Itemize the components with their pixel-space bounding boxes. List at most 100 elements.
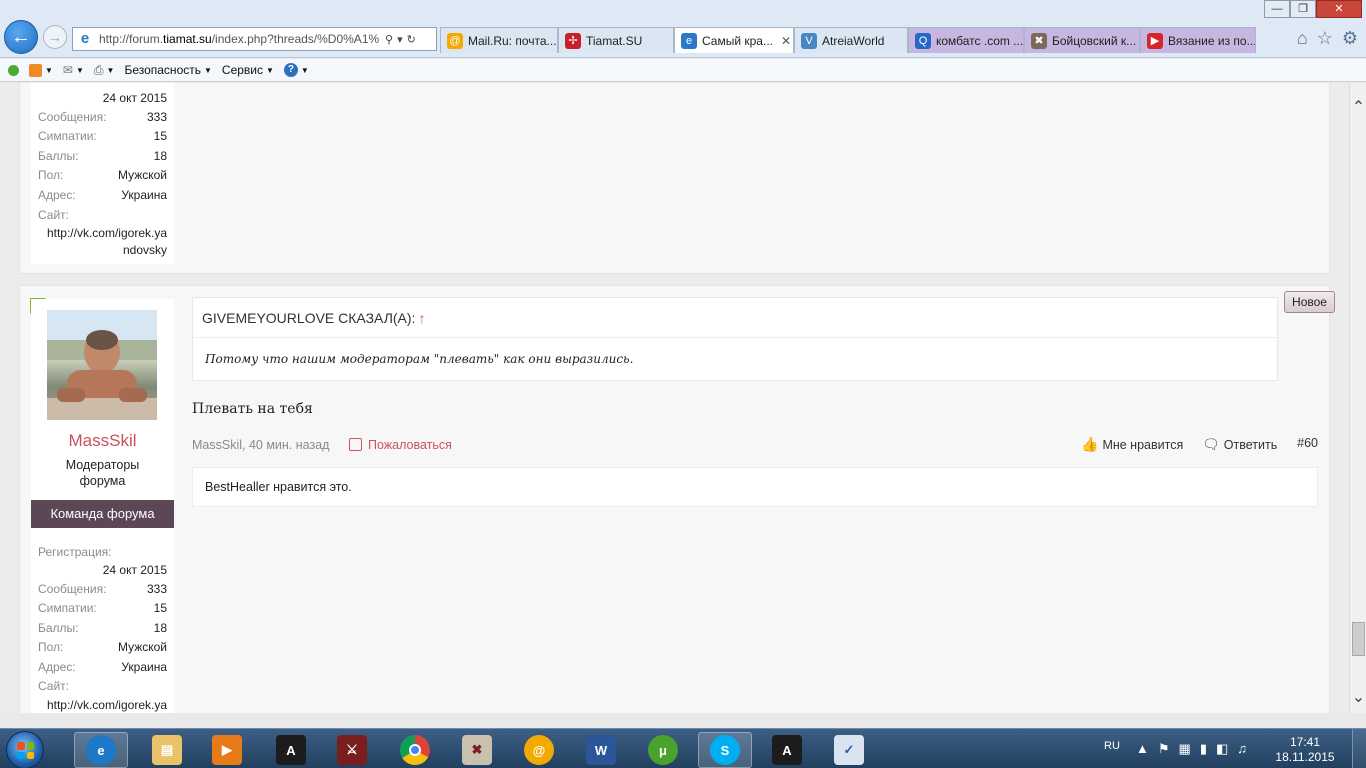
volume-icon[interactable]: ♫ [1237, 741, 1247, 757]
quote-author: GIVEMEYOURLOVE СКАЗАЛ(А): ↑ [202, 310, 426, 326]
printer-icon: ⎙ [93, 62, 104, 77]
combats-icon: ✖ [1031, 32, 1047, 49]
taskbar-mail-agent[interactable]: @ [512, 732, 566, 768]
close-tab-icon[interactable]: ✕ [781, 34, 791, 48]
team-badge: Команда форума [31, 500, 174, 528]
tab-youtube[interactable]: ▶ Вязание из по... [1140, 27, 1256, 53]
ie-page-icon: e [681, 32, 697, 49]
site-link[interactable]: http://vk.com/igorek.yandovsky [38, 697, 167, 713]
power-icon[interactable]: ▮ [1200, 741, 1207, 757]
tiamat-icon: ✢ [565, 32, 581, 49]
scroll-thumb[interactable] [1352, 622, 1365, 656]
ie-icon: e [86, 735, 116, 765]
taskbar-word[interactable]: W [574, 732, 628, 768]
gear-icon[interactable]: ⚙ [1342, 28, 1358, 49]
report-link[interactable]: Пожаловаться [349, 438, 452, 452]
jump-to-quote-arrow-icon[interactable]: ↑ [418, 310, 425, 326]
show-desktop-button[interactable] [1352, 729, 1366, 768]
stat-row: Регистрация: [38, 545, 112, 559]
clock[interactable]: 17:41 18.11.2015 [1270, 735, 1340, 765]
mail-icon: ✉ [62, 63, 73, 77]
addons-icon[interactable] [8, 64, 19, 76]
post-number-link[interactable]: #60 [1297, 436, 1318, 450]
close-window-button[interactable]: ✕ [1316, 0, 1362, 18]
mail-button[interactable]: ✉ ▼ [63, 63, 84, 77]
scroll-up-icon[interactable]: ⌃ [1350, 97, 1366, 117]
windows-logo-icon [17, 742, 34, 759]
taskbar-ie[interactable]: e [74, 732, 128, 768]
safety-menu[interactable]: Безопасность ▼ [124, 63, 211, 77]
language-indicator[interactable]: RU [1104, 740, 1120, 752]
quote-divider [193, 337, 1279, 338]
network-icon[interactable]: ▦ [1179, 741, 1191, 757]
avatar-image [47, 310, 157, 420]
taskbar-combats[interactable]: ✖ [450, 732, 504, 768]
tab-atreiaworld[interactable]: V AtreiaWorld [794, 27, 908, 53]
refresh-icon[interactable]: ↻ [407, 33, 416, 46]
taskbar-app[interactable]: ✓ [822, 732, 876, 768]
likes-summary: BestHealler нравится это. [192, 467, 1318, 507]
rss-icon [29, 63, 42, 77]
browser-titlebar: ← → e http://forum.tiamat.su/index.php?t… [0, 0, 1366, 58]
youtube-icon: ▶ [1147, 32, 1163, 49]
taskbar-media-player[interactable]: ▶ [200, 732, 254, 768]
stat-row: Пол: Мужской [38, 640, 167, 654]
minimize-button[interactable]: — [1264, 0, 1290, 18]
app-icon: ✓ [834, 735, 864, 765]
avatar[interactable] [47, 310, 157, 420]
site-link[interactable]: http://vk.com/igorek.yandovsky [38, 225, 167, 259]
taskbar-chrome[interactable] [388, 732, 442, 768]
post-meta-bar: MassSkil, 40 мин. назад Пожаловаться 👍 Мн… [192, 436, 1318, 456]
scroll-down-icon[interactable]: ⌄ [1350, 687, 1366, 707]
user-info-sidebar: MassSkil Модераторы форума Команда форума… [31, 299, 174, 713]
reply-button[interactable]: 🗨 Ответить [1202, 436, 1277, 453]
stat-row: Пол: Мужской [38, 168, 167, 182]
post-message: Плевать на тебя [192, 401, 313, 417]
taskbar-aion-1[interactable]: A [264, 732, 318, 768]
action-center-icon[interactable]: ⚑ [1158, 741, 1170, 757]
taskbar-aion-2[interactable]: A [760, 732, 814, 768]
browser-right-icons: ⌂ ☆ ⚙ [1297, 28, 1358, 49]
quote-block: GIVEMEYOURLOVE СКАЗАЛ(А): ↑ Потому что на… [192, 297, 1279, 381]
help-icon: ? [283, 63, 298, 77]
search-icon[interactable]: ⚲ [385, 33, 393, 46]
tab-mailru[interactable]: @ Mail.Ru: почта... [440, 27, 558, 53]
windows-taskbar: e ▤ ▶ A ⚔ ✖ @ W μ S A ✓ RU ▲ ⚑ ▦ ▮ ◧ ♫ 1… [0, 728, 1366, 768]
show-hidden-icons-icon[interactable]: ▲ [1136, 741, 1149, 757]
taskbar-game[interactable]: ⚔ [325, 732, 379, 768]
taskbar-skype[interactable]: S [698, 732, 752, 768]
address-url[interactable]: http://forum.tiamat.su/index.php?threads… [99, 32, 381, 46]
tab-combats[interactable]: ✖ Бойцовский к... [1024, 27, 1140, 53]
stat-row: Адрес: Украина [38, 188, 167, 202]
rss-feeds-button[interactable]: ▼ [29, 63, 53, 77]
home-icon[interactable]: ⌂ [1297, 28, 1308, 49]
service-menu[interactable]: Сервис ▼ [222, 63, 274, 77]
thumbs-up-icon: 👍 [1081, 436, 1099, 452]
chevron-down-icon: ▼ [300, 65, 309, 75]
tab-kombats-search[interactable]: Q комбатс .com ... [908, 27, 1024, 53]
ie-page-icon: e [80, 30, 90, 47]
word-icon: W [586, 735, 616, 765]
restore-button[interactable]: ❐ [1290, 0, 1316, 18]
taskbar-explorer[interactable]: ▤ [140, 732, 194, 768]
address-bar[interactable]: e http://forum.tiamat.su/index.php?threa… [72, 27, 437, 51]
forward-button[interactable]: → [43, 25, 67, 49]
favorites-star-icon[interactable]: ☆ [1317, 28, 1333, 49]
start-button[interactable] [6, 731, 44, 768]
search-icon: Q [915, 32, 931, 49]
tab-tiamat[interactable]: ✢ Tiamat.SU [558, 27, 674, 53]
help-menu[interactable]: ? ▼ [283, 63, 309, 77]
tray-icons: ▲ ⚑ ▦ ▮ ◧ ♫ [1136, 741, 1247, 757]
back-button[interactable]: ← [4, 20, 38, 54]
tab-current[interactable]: e Самый кра... ✕ [674, 27, 794, 53]
post-author-time[interactable]: MassSkil, 40 мин. назад [192, 438, 329, 452]
dropdown-icon[interactable]: ▾ [397, 33, 403, 46]
back-arrow-icon: ← [11, 25, 31, 48]
username-link[interactable]: MassSkil [31, 431, 174, 451]
command-bar: ▼ ✉ ▼ ⎙ ▼ Безопасность ▼ Сервис ▼ ? ▼ [0, 59, 1366, 82]
vertical-scrollbar[interactable]: ⌃ ⌄ [1349, 83, 1366, 713]
print-button[interactable]: ⎙ ▼ [94, 63, 115, 78]
taskbar-utorrent[interactable]: μ [636, 732, 690, 768]
signal-icon[interactable]: ◧ [1216, 741, 1228, 757]
like-button[interactable]: 👍 Мне нравится [1081, 436, 1183, 453]
